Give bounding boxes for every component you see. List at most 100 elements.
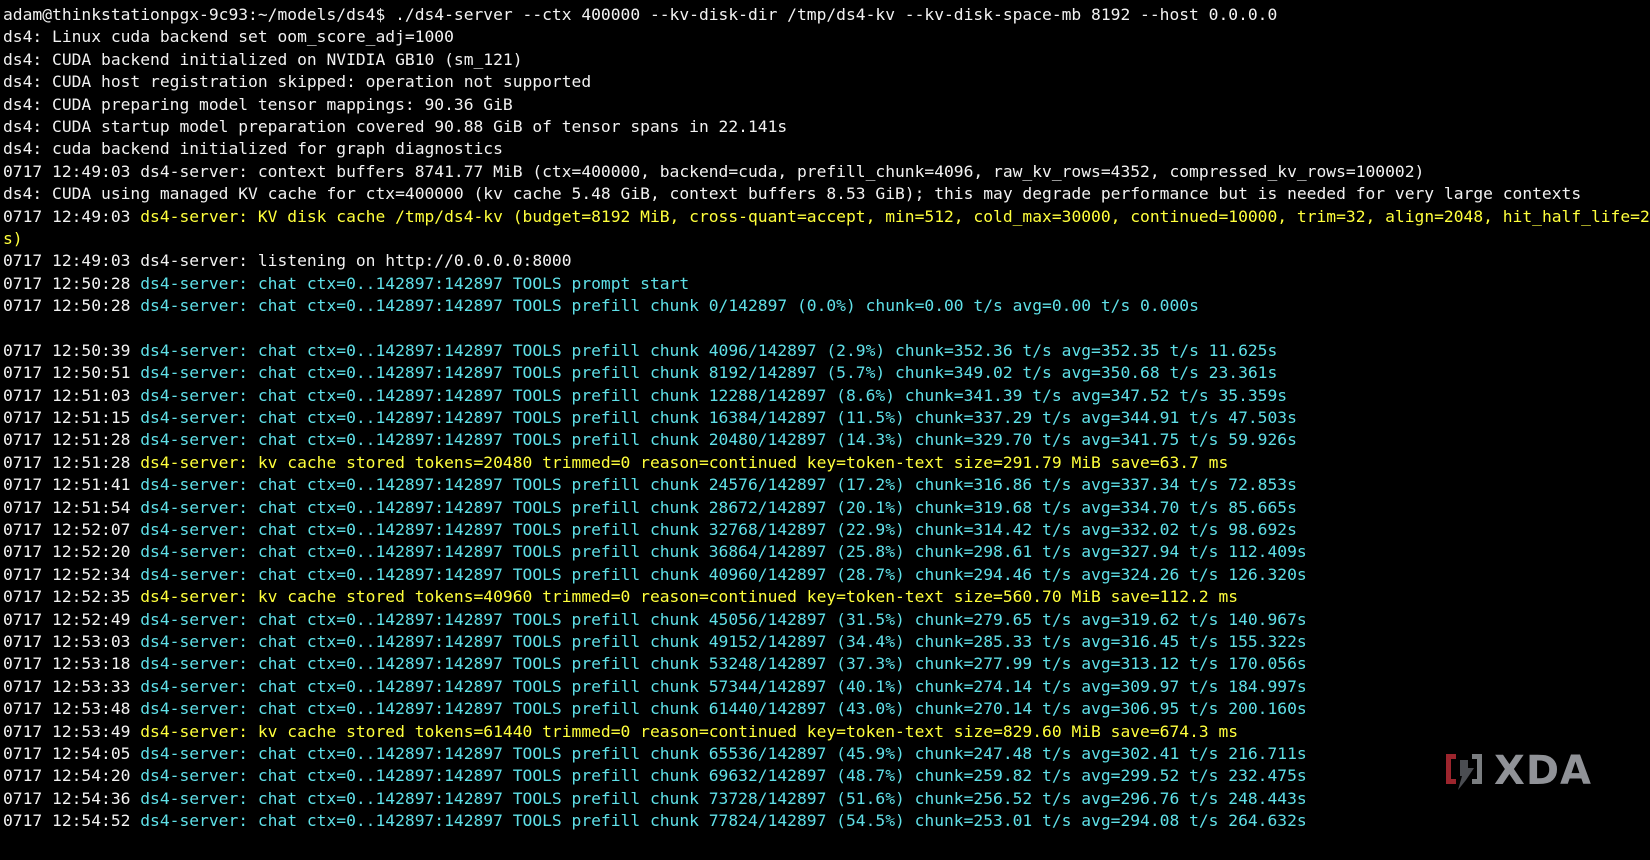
log-timestamp: 0717 12:53:18 <box>3 654 141 674</box>
log-timestamp: 0717 12:52:34 <box>3 564 141 584</box>
log-text: ds4-server: kv cache stored tokens=40960… <box>140 587 1239 607</box>
terminal-line: 0717 12:51:54 ds4-server: chat ctx=0..14… <box>3 497 1650 519</box>
log-timestamp: 0717 12:54:05 <box>3 743 141 763</box>
log-timestamp: 0717 12:53:03 <box>3 631 141 651</box>
log-text: ds4-server: chat ctx=0..142897:142897 TO… <box>140 631 1307 651</box>
log-text: 0717 12:49:03 ds4-server: listening on h… <box>3 251 572 271</box>
log-text: ds4-server: chat ctx=0..142897:142897 TO… <box>140 654 1307 674</box>
log-text: ds4-server: kv cache stored tokens=20480… <box>140 452 1229 472</box>
terminal-line: ds4: CUDA preparing model tensor mapping… <box>3 94 1650 116</box>
terminal-line: 0717 12:53:49 ds4-server: kv cache store… <box>3 721 1650 743</box>
xda-bracket-logo-icon <box>1446 754 1482 790</box>
log-text: ds4-server: chat ctx=0..142897:142897 TO… <box>140 385 1288 405</box>
terminal-line: ds4: CUDA host registration skipped: ope… <box>3 71 1650 93</box>
terminal-line: ds4: CUDA using managed KV cache for ctx… <box>3 183 1650 205</box>
log-timestamp: 0717 12:54:20 <box>3 766 141 786</box>
log-timestamp: 0717 12:49:03 <box>3 206 141 226</box>
watermark-text: XDA <box>1494 748 1592 794</box>
log-text: ds4-server: chat ctx=0..142897:142897 TO… <box>140 475 1297 495</box>
log-timestamp: 0717 12:51:28 <box>3 430 141 450</box>
log-text: ds4-server: chat ctx=0..142897:142897 TO… <box>140 340 1278 360</box>
log-timestamp: 0717 12:53:49 <box>3 721 141 741</box>
log-text: ds4: cuda backend initialized for graph … <box>3 139 503 159</box>
terminal-line: ds4: Linux cuda backend set oom_score_ad… <box>3 26 1650 48</box>
terminal-line: 0717 12:53:18 ds4-server: chat ctx=0..14… <box>3 653 1650 675</box>
terminal-window[interactable]: adam@thinkstationpgx-9c93:~/models/ds4$ … <box>0 0 1650 860</box>
log-text: ds4: CUDA backend initialized on NVIDIA … <box>3 49 523 69</box>
terminal-line: 0717 12:53:33 ds4-server: chat ctx=0..14… <box>3 676 1650 698</box>
log-text: ds4-server: chat ctx=0..142897:142897 TO… <box>140 743 1307 763</box>
terminal-line: ds4: CUDA backend initialized on NVIDIA … <box>3 49 1650 71</box>
log-text: ds4-server: chat ctx=0..142897:142897 TO… <box>140 766 1307 786</box>
log-text: ds4: CUDA using managed KV cache for ctx… <box>3 184 1582 204</box>
terminal-line: 0717 12:51:28 ds4-server: kv cache store… <box>3 452 1650 474</box>
log-timestamp: 0717 12:54:52 <box>3 811 141 831</box>
log-text: ds4: CUDA preparing model tensor mapping… <box>3 94 513 114</box>
terminal-line: adam@thinkstationpgx-9c93:~/models/ds4$ … <box>3 4 1650 26</box>
terminal-line: ds4: CUDA startup model preparation cove… <box>3 116 1650 138</box>
log-text: ds4-server: chat ctx=0..142897:142897 TO… <box>140 519 1297 539</box>
log-text: 0717 12:49:03 ds4-server: context buffer… <box>3 161 1425 181</box>
terminal-line: 0717 12:54:20 ds4-server: chat ctx=0..14… <box>3 765 1650 787</box>
log-text: ds4-server: chat ctx=0..142897:142897 TO… <box>140 609 1307 629</box>
log-text: ds4-server: chat ctx=0..142897:142897 TO… <box>140 430 1297 450</box>
terminal-line: 0717 12:51:41 ds4-server: chat ctx=0..14… <box>3 474 1650 496</box>
terminal-line: 0717 12:52:34 ds4-server: chat ctx=0..14… <box>3 564 1650 586</box>
terminal-line: 0717 12:52:20 ds4-server: chat ctx=0..14… <box>3 541 1650 563</box>
log-timestamp: 0717 12:53:48 <box>3 699 141 719</box>
log-timestamp: 0717 12:50:51 <box>3 363 141 383</box>
log-text: ds4-server: chat ctx=0..142897:142897 TO… <box>140 363 1278 383</box>
log-text: ds4-server: kv cache stored tokens=61440… <box>140 721 1239 741</box>
terminal-line: 0717 12:50:39 ds4-server: chat ctx=0..14… <box>3 340 1650 362</box>
log-text: ds4-server: chat ctx=0..142897:142897 TO… <box>140 811 1307 831</box>
terminal-output[interactable]: adam@thinkstationpgx-9c93:~/models/ds4$ … <box>3 4 1650 832</box>
log-text: ds4-server: chat ctx=0..142897:142897 TO… <box>140 408 1297 428</box>
terminal-line: 0717 12:54:52 ds4-server: chat ctx=0..14… <box>3 810 1650 832</box>
terminal-line: ds4: cuda backend initialized for graph … <box>3 138 1650 160</box>
log-text: ds4-server: chat ctx=0..142897:142897 TO… <box>140 542 1307 562</box>
log-timestamp: 0717 12:54:36 <box>3 788 141 808</box>
terminal-line: 0717 12:49:03 ds4-server: context buffer… <box>3 161 1650 183</box>
log-text: ds4-server: chat ctx=0..142897:142897 TO… <box>140 699 1307 719</box>
log-timestamp: 0717 12:50:28 <box>3 273 141 293</box>
terminal-line: 0717 12:51:28 ds4-server: chat ctx=0..14… <box>3 429 1650 451</box>
log-timestamp: 0717 12:52:35 <box>3 587 141 607</box>
xda-watermark: XDA <box>1440 750 1592 792</box>
log-timestamp: 0717 12:51:41 <box>3 475 141 495</box>
terminal-line: s) <box>3 228 1650 250</box>
terminal-line: 0717 12:50:28 ds4-server: chat ctx=0..14… <box>3 295 1650 317</box>
terminal-line: 0717 12:49:03 ds4-server: KV disk cache … <box>3 206 1650 228</box>
log-timestamp: 0717 12:52:20 <box>3 542 141 562</box>
log-timestamp: 0717 12:52:49 <box>3 609 141 629</box>
log-timestamp: 0717 12:50:28 <box>3 296 141 316</box>
log-timestamp: 0717 12:51:28 <box>3 452 141 472</box>
terminal-line: 0717 12:52:35 ds4-server: kv cache store… <box>3 586 1650 608</box>
log-text: ds4-server: chat ctx=0..142897:142897 TO… <box>140 788 1307 808</box>
terminal-line: 0717 12:52:49 ds4-server: chat ctx=0..14… <box>3 609 1650 631</box>
log-timestamp: 0717 12:53:33 <box>3 676 141 696</box>
log-text: s) <box>3 228 23 248</box>
terminal-line: 0717 12:51:03 ds4-server: chat ctx=0..14… <box>3 385 1650 407</box>
terminal-line: 0717 12:54:36 ds4-server: chat ctx=0..14… <box>3 788 1650 810</box>
terminal-line: 0717 12:52:07 ds4-server: chat ctx=0..14… <box>3 519 1650 541</box>
log-text: adam@thinkstationpgx-9c93:~/models/ds4$ … <box>3 5 1278 24</box>
log-timestamp: 0717 12:52:07 <box>3 519 141 539</box>
log-timestamp: 0717 12:51:03 <box>3 385 141 405</box>
log-text: ds4-server: chat ctx=0..142897:142897 TO… <box>140 273 690 293</box>
log-text: ds4-server: chat ctx=0..142897:142897 TO… <box>140 296 1199 316</box>
log-text: ds4: CUDA startup model preparation cove… <box>3 116 788 136</box>
log-timestamp: 0717 12:51:54 <box>3 497 141 517</box>
log-text: ds4-server: chat ctx=0..142897:142897 TO… <box>140 564 1307 584</box>
log-text: ds4-server: chat ctx=0..142897:142897 TO… <box>140 676 1307 696</box>
log-text: ds4-server: KV disk cache /tmp/ds4-kv (b… <box>140 206 1650 226</box>
log-text: ds4: CUDA host registration skipped: ope… <box>3 72 592 92</box>
terminal-line: 0717 12:49:03 ds4-server: listening on h… <box>3 250 1650 272</box>
terminal-line: 0717 12:51:15 ds4-server: chat ctx=0..14… <box>3 407 1650 429</box>
log-text: ds4: Linux cuda backend set oom_score_ad… <box>3 27 454 47</box>
terminal-line: 0717 12:50:51 ds4-server: chat ctx=0..14… <box>3 362 1650 384</box>
terminal-line: 0717 12:53:03 ds4-server: chat ctx=0..14… <box>3 631 1650 653</box>
terminal-line: 0717 12:50:28 ds4-server: chat ctx=0..14… <box>3 273 1650 295</box>
log-text: ds4-server: chat ctx=0..142897:142897 TO… <box>140 497 1297 517</box>
log-timestamp: 0717 12:50:39 <box>3 340 141 360</box>
